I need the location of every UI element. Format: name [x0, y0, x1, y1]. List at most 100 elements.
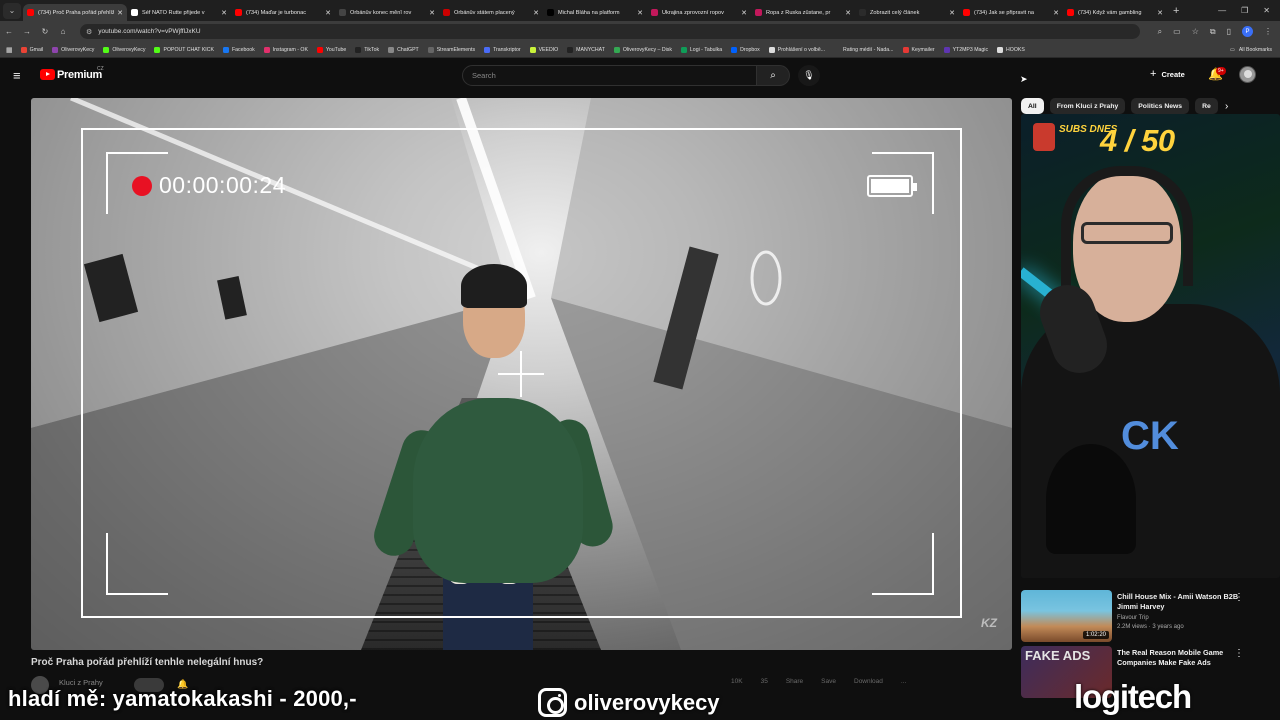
bookmark-item[interactable]: Transkriptor [484, 46, 521, 53]
bookmark-item[interactable]: Instagram - OK [263, 46, 308, 53]
bookmark-item[interactable]: VEEDIO [529, 46, 558, 53]
filter-chip[interactable]: Re [1195, 98, 1218, 114]
browser-tab[interactable]: (734) Když vám gambling ✕ [1063, 4, 1167, 21]
browser-tab[interactable]: Zobrazit celý článek ✕ [855, 4, 959, 21]
video-action-button[interactable]: 10K [731, 678, 743, 685]
video-action-button[interactable]: Download [854, 678, 883, 685]
bookmark-item[interactable]: Logi - Tabulka [680, 46, 722, 53]
browser-tab[interactable]: Orbánův konec měnî rov ✕ [335, 4, 439, 21]
tab-close-icon[interactable]: ✕ [949, 9, 955, 17]
video-action-button[interactable]: Share [786, 678, 803, 685]
bookmark-item[interactable]: Keymailer [902, 46, 935, 53]
tab-close-icon[interactable]: ✕ [637, 9, 643, 17]
chevron-right-icon[interactable]: › [1225, 101, 1228, 112]
bookmark-label: POPOUT CHAT KICK [163, 46, 214, 53]
close-window-icon[interactable]: ✕ [1263, 6, 1270, 15]
tab-favicon-icon [339, 9, 346, 16]
tab-close-icon[interactable]: ✕ [117, 9, 123, 17]
video-action-button[interactable]: 35 [761, 678, 768, 685]
create-button[interactable]: + Create [1150, 68, 1185, 80]
bookmark-item[interactable]: YouTube [316, 46, 346, 53]
cast-icon[interactable]: ▭ [1173, 27, 1181, 36]
bookmark-item[interactable]: OliverovyKecy [103, 46, 145, 53]
account-avatar[interactable] [1239, 66, 1256, 83]
browser-tab[interactable]: Ropa z Ruska zůstane, pr ✕ [751, 4, 855, 21]
hamburger-menu-icon[interactable]: ≡ [13, 69, 21, 82]
minimize-icon[interactable]: — [1218, 6, 1226, 15]
bookmark-item[interactable]: ChatGPT [388, 46, 419, 53]
browser-tab[interactable]: Šéf NATO Rutte přijede v ✕ [127, 4, 231, 21]
more-options-icon[interactable]: ⋮ [1234, 592, 1244, 603]
bookmark-item[interactable]: TikTok [355, 46, 379, 53]
frame-corner [106, 533, 168, 595]
tab-close-icon[interactable]: ✕ [533, 9, 539, 17]
video-thumbnail[interactable]: 1:02:20 [1021, 590, 1112, 642]
browser-tab[interactable]: Orbánův státem placený ✕ [439, 4, 543, 21]
extensions-icon[interactable]: ⧉ [1210, 27, 1216, 37]
bookmark-item[interactable]: YT2MP3 Magic [943, 46, 988, 53]
recommended-title[interactable]: The Real Reason Mobile Game Companies Ma… [1117, 648, 1247, 668]
recommended-video[interactable]: 1:02:20 Chill House Mix - Amii Watson B2… [1021, 590, 1280, 646]
tab-search-icon[interactable]: ⌄ [3, 2, 21, 19]
bookmark-item[interactable]: Gmail [20, 46, 43, 53]
filter-chip[interactable]: From Kluci z Prahy [1049, 98, 1126, 114]
apps-icon[interactable]: ▦ [6, 46, 13, 54]
bookmark-item[interactable]: Dropbox [731, 46, 760, 53]
recommended-channel[interactable]: Flavour Trip [1117, 615, 1149, 621]
zoom-icon[interactable]: ⌕ [1158, 27, 1162, 37]
bookmark-favicon-icon [768, 46, 775, 53]
menu-icon[interactable]: ⋮ [1264, 27, 1272, 36]
search-button[interactable]: ⌕ [757, 65, 790, 86]
browser-tab[interactable]: (734) Jak se připravit na ✕ [959, 4, 1063, 21]
more-options-icon[interactable]: ⋮ [1234, 648, 1244, 659]
tab-title: Michal Bláha na platform [558, 9, 620, 16]
bookmark-item[interactable]: Prohlášení o volbě... [768, 46, 825, 53]
bookmark-item[interactable]: OliverovyKecy [52, 46, 94, 53]
bookmark-item[interactable]: MANYCHAT [567, 46, 605, 53]
tab-close-icon[interactable]: ✕ [1157, 9, 1163, 17]
bookmark-item[interactable]: POPOUT CHAT KICK [154, 46, 214, 53]
bookmark-item[interactable]: Facebook [222, 46, 255, 53]
browser-tab[interactable]: Michal Bláha na platform ✕ [543, 4, 647, 21]
filter-chip[interactable]: All [1021, 98, 1044, 114]
tab-close-icon[interactable]: ✕ [221, 9, 227, 17]
maximize-icon[interactable]: ❐ [1241, 6, 1248, 15]
home-icon[interactable]: ⌂ [54, 27, 72, 36]
browser-tab[interactable]: Ukrajina zprovozní ropov ✕ [647, 4, 751, 21]
bookmark-star-icon[interactable]: ☆ [1192, 27, 1199, 36]
browser-tab[interactable]: (734) Proč Praha pořád přehlíží ✕ [23, 4, 127, 21]
bookmark-favicon-icon [680, 46, 687, 53]
video-action-button[interactable]: Save [821, 678, 836, 685]
back-icon[interactable]: ← [0, 27, 18, 36]
voice-search-button[interactable]: 🎙 [798, 65, 820, 86]
tab-close-icon[interactable]: ✕ [845, 9, 851, 17]
youtube-logo-icon[interactable] [40, 69, 55, 80]
reload-icon[interactable]: ↻ [36, 27, 54, 36]
forward-icon[interactable]: → [18, 27, 36, 36]
sidepanel-icon[interactable]: ▯ [1227, 27, 1231, 36]
video-player[interactable]: 00:00:00:24 KZ [31, 98, 1012, 650]
recommended-title[interactable]: Chill House Mix - Amii Watson B2B Jimmi … [1117, 592, 1247, 612]
tab-close-icon[interactable]: ✕ [1053, 9, 1059, 17]
bookmark-item[interactable]: OliverovyKecy – Disk [613, 46, 672, 53]
site-info-icon[interactable]: ⚙ [86, 28, 92, 36]
bookmark-item[interactable]: HOOKS [997, 46, 1025, 53]
premium-label[interactable]: Premium [57, 69, 102, 81]
filter-chip[interactable]: Politics News [1131, 98, 1190, 114]
glasses [1081, 222, 1173, 244]
address-bar[interactable]: ⚙ youtube.com/watch?v=vPWjfflJxKU [80, 24, 1140, 39]
tab-close-icon[interactable]: ✕ [741, 9, 747, 17]
browser-tab[interactable]: (734) Maďar je turbonac ✕ [231, 4, 335, 21]
new-tab-icon[interactable]: + [1173, 5, 1179, 17]
tab-close-icon[interactable]: ✕ [429, 9, 435, 17]
bookmark-item[interactable]: Rating médií - Nada... [834, 46, 894, 53]
profile-avatar[interactable]: P [1242, 26, 1253, 37]
bookmark-item[interactable]: StreamElements [427, 46, 475, 53]
search-input[interactable]: Search [462, 65, 757, 86]
tab-title: Orbánův státem placený [454, 9, 515, 16]
tab-title: Ukrajina zprovozní ropov [662, 9, 724, 16]
tab-title: (734) Jak se připravit na [974, 9, 1035, 16]
tab-close-icon[interactable]: ✕ [325, 9, 331, 17]
video-action-button[interactable]: ... [901, 678, 906, 685]
all-bookmarks[interactable]: ▭ All Bookmarks [1230, 42, 1272, 58]
